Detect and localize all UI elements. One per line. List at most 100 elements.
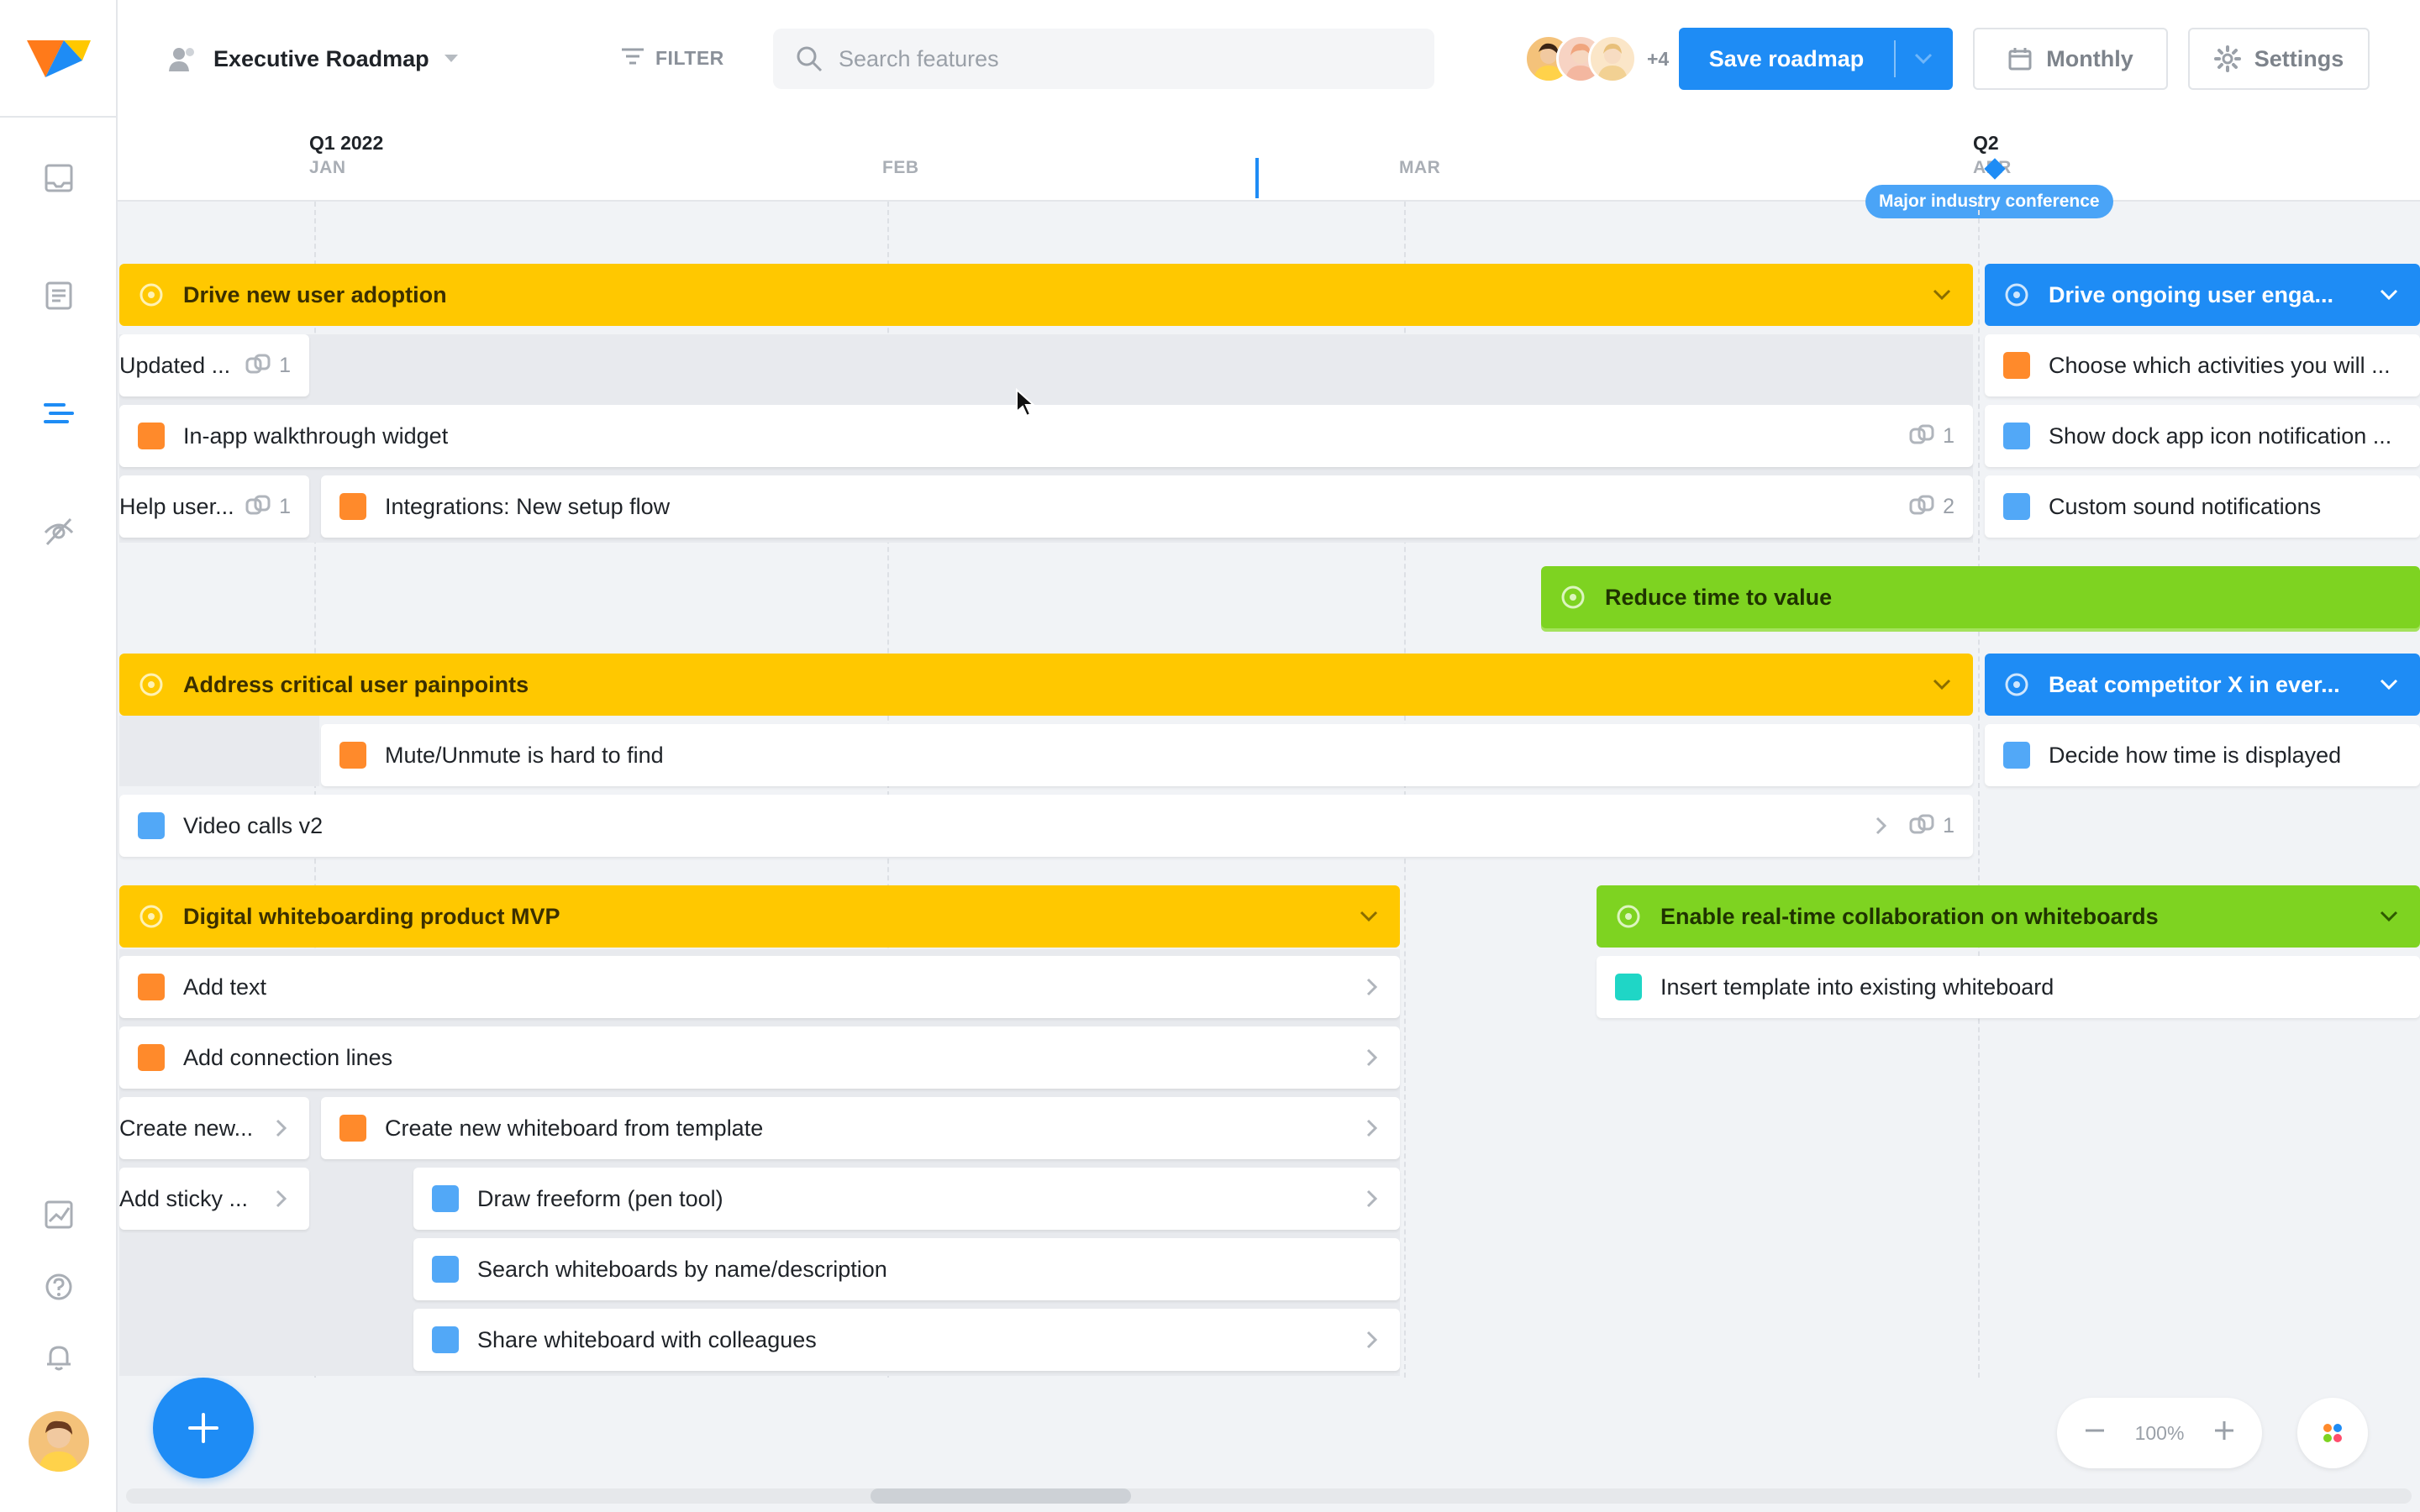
zoom-level: 100% bbox=[2134, 1421, 2185, 1444]
save-roadmap-label: Save roadmap bbox=[1708, 45, 1865, 71]
user-avatar[interactable] bbox=[29, 1411, 89, 1472]
link-icon bbox=[245, 495, 271, 515]
feature-card-create-from-template[interactable]: Create new whiteboard from template bbox=[321, 1097, 1400, 1159]
epic-title: Enable real-time collaboration on whiteb… bbox=[1660, 903, 2159, 929]
add-item-button[interactable] bbox=[153, 1378, 254, 1478]
chevron-down-icon bbox=[1360, 911, 1378, 922]
expand-chevron[interactable] bbox=[1366, 1189, 1378, 1208]
chevron-right-icon bbox=[1366, 1331, 1378, 1349]
epic-whiteboard-mvp[interactable]: Digital whiteboarding product MVP bbox=[119, 885, 1400, 948]
expand-chevron[interactable] bbox=[1366, 1048, 1378, 1067]
expand-chevron[interactable] bbox=[1876, 816, 1887, 835]
roadmap-selector[interactable]: Executive Roadmap bbox=[168, 35, 458, 82]
search-box[interactable] bbox=[773, 29, 1434, 89]
bell-icon[interactable] bbox=[39, 1337, 79, 1378]
feature-card-add-sticky[interactable]: Add sticky ... bbox=[119, 1168, 309, 1230]
feature-card-draw-freeform[interactable]: Draw freeform (pen tool) bbox=[413, 1168, 1400, 1230]
lane-background bbox=[119, 716, 319, 786]
dependency-count: 1 bbox=[1909, 424, 1954, 449]
apps-button[interactable] bbox=[2297, 1398, 2368, 1468]
feature-card-search-whiteboards[interactable]: Search whiteboards by name/description bbox=[413, 1238, 1400, 1300]
apps-grid-icon bbox=[2323, 1424, 2342, 1442]
epic-status-icon bbox=[139, 673, 163, 696]
epic-title: Reduce time to value bbox=[1605, 584, 1833, 610]
feature-card-add-connection-lines[interactable]: Add connection lines bbox=[119, 1026, 1400, 1089]
filter-icon bbox=[622, 48, 644, 65]
milestone-label[interactable]: Major industry conference bbox=[1865, 185, 2113, 218]
collapse-chevron[interactable] bbox=[2380, 679, 2398, 690]
feature-status-square bbox=[339, 742, 366, 769]
feature-card-decide-time[interactable]: Decide how time is displayed bbox=[1985, 724, 2420, 786]
expand-chevron[interactable] bbox=[276, 1119, 287, 1137]
roadmap-name: Executive Roadmap bbox=[213, 45, 429, 71]
feature-status-square bbox=[138, 423, 165, 449]
epic-beat-competitor[interactable]: Beat competitor X in ever... bbox=[1985, 654, 2420, 716]
epic-status-icon bbox=[1617, 905, 1640, 928]
minus-icon bbox=[2086, 1429, 2104, 1432]
feature-card-in-app-walkthrough[interactable]: In-app walkthrough widget 1 bbox=[119, 405, 1973, 467]
filter-button[interactable]: FILTER bbox=[620, 37, 724, 79]
epic-reduce-time-to-value[interactable]: Reduce time to value bbox=[1541, 566, 2420, 628]
settings-button[interactable]: Settings bbox=[2188, 28, 2370, 90]
feature-status-square bbox=[1615, 974, 1642, 1000]
feature-card-add-text[interactable]: Add text bbox=[119, 956, 1400, 1018]
view-mode-button[interactable]: Monthly bbox=[1973, 28, 2168, 90]
search-input[interactable] bbox=[839, 45, 1410, 72]
collaborator-avatars[interactable]: +4 bbox=[1524, 34, 1669, 84]
chevron-down-icon bbox=[1914, 53, 1933, 65]
collapse-chevron[interactable] bbox=[2380, 911, 2398, 922]
horizontal-scrollbar[interactable] bbox=[126, 1488, 2412, 1504]
save-roadmap-button[interactable]: Save roadmap bbox=[1679, 28, 1953, 90]
help-icon[interactable] bbox=[39, 1267, 79, 1307]
feature-card-dock-icon[interactable]: Show dock app icon notification ... bbox=[1985, 405, 2420, 467]
collapse-chevron[interactable] bbox=[1933, 679, 1951, 690]
gridline-apr bbox=[1978, 202, 1980, 1378]
link-icon bbox=[245, 354, 271, 374]
epic-realtime-collaboration[interactable]: Enable real-time collaboration on whiteb… bbox=[1597, 885, 2420, 948]
zoom-in-button[interactable] bbox=[2213, 1420, 2235, 1446]
epic-status-icon bbox=[2005, 673, 2028, 696]
feature-card-video-calls[interactable]: Video calls v2 1 bbox=[119, 795, 1973, 857]
expand-chevron[interactable] bbox=[1366, 978, 1378, 996]
feature-status-square bbox=[138, 1044, 165, 1071]
scrollbar-thumb[interactable] bbox=[871, 1488, 1131, 1504]
feature-title: Create new... bbox=[119, 1115, 254, 1141]
settings-label: Settings bbox=[2254, 45, 2344, 71]
link-icon bbox=[1909, 495, 1934, 515]
feature-title: Share whiteboard with colleagues bbox=[477, 1326, 817, 1352]
collapse-chevron[interactable] bbox=[1360, 911, 1378, 922]
feature-card-share-whiteboard[interactable]: Share whiteboard with colleagues bbox=[413, 1309, 1400, 1371]
expand-chevron[interactable] bbox=[1366, 1331, 1378, 1349]
feature-card-help-user[interactable]: Help user... 1 bbox=[119, 475, 309, 538]
expand-chevron[interactable] bbox=[276, 1189, 287, 1208]
logo-icon[interactable] bbox=[27, 37, 91, 81]
insights-icon[interactable] bbox=[39, 1194, 79, 1235]
epic-status-icon bbox=[1561, 585, 1585, 609]
save-options-chevron[interactable] bbox=[1896, 53, 1951, 65]
epic-drive-new-user-adoption[interactable]: Drive new user adoption bbox=[119, 264, 1973, 326]
collapse-chevron[interactable] bbox=[1933, 289, 1951, 301]
feature-card-create-new[interactable]: Create new... bbox=[119, 1097, 309, 1159]
hidden-eye-icon[interactable] bbox=[39, 511, 79, 551]
feature-card-insert-template[interactable]: Insert template into existing whiteboard bbox=[1597, 956, 2420, 1018]
feature-card-mute-unmute[interactable]: Mute/Unmute is hard to find bbox=[321, 724, 1973, 786]
epic-address-painpoints[interactable]: Address critical user painpoints bbox=[119, 654, 1973, 716]
epic-status-icon bbox=[139, 283, 163, 307]
expand-chevron[interactable] bbox=[1366, 1119, 1378, 1137]
feature-card-choose-activities[interactable]: Choose which activities you will ... bbox=[1985, 334, 2420, 396]
feature-title: Help user... bbox=[119, 493, 234, 519]
feature-card-updated[interactable]: Updated ... 1 bbox=[119, 334, 309, 396]
zoom-control: 100% bbox=[2057, 1398, 2262, 1468]
feature-title: Updated ... bbox=[119, 352, 231, 378]
document-icon[interactable] bbox=[39, 276, 79, 316]
feature-card-integrations[interactable]: Integrations: New setup flow 2 bbox=[321, 475, 1973, 538]
roadmap-icon[interactable] bbox=[39, 393, 79, 433]
collapse-chevron[interactable] bbox=[2380, 289, 2398, 301]
feature-status-square bbox=[2003, 742, 2030, 769]
inbox-icon[interactable] bbox=[39, 158, 79, 198]
zoom-out-button[interactable] bbox=[2084, 1420, 2106, 1446]
epic-drive-ongoing-engagement[interactable]: Drive ongoing user enga... bbox=[1985, 264, 2420, 326]
feature-card-custom-sound[interactable]: Custom sound notifications bbox=[1985, 475, 2420, 538]
link-icon bbox=[1909, 424, 1934, 444]
month-label-jan: JAN bbox=[309, 158, 346, 177]
